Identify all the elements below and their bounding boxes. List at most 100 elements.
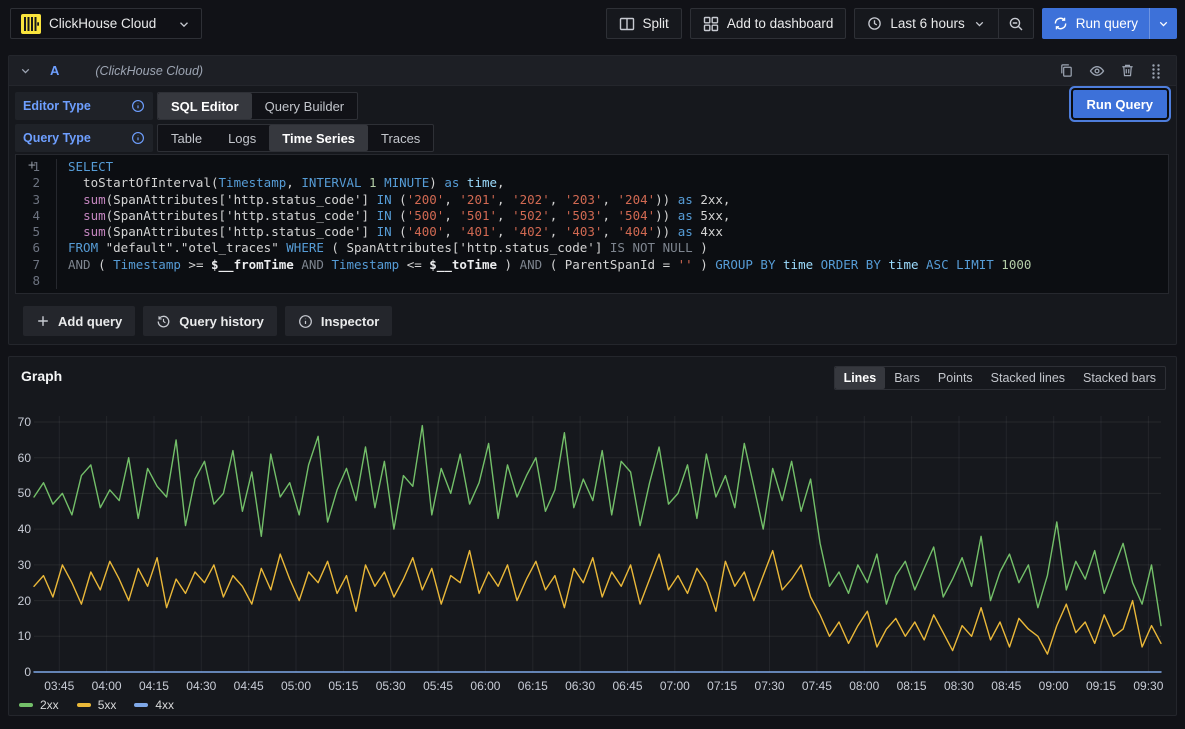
top-navigation-bar: ClickHouse Cloud Split Add to dashboard … [0,0,1185,46]
legend-item-4xx[interactable]: 4xx [134,698,174,712]
query-datasource-hint: (ClickHouse Cloud) [95,64,203,78]
graph-panel: Graph Lines Bars Points Stacked lines St… [8,356,1177,716]
chart-legend: 2xx 5xx 4xx [19,698,174,712]
plus-icon: + [28,158,36,174]
query-type-tabs: Table Logs Time Series Traces [157,124,434,152]
query-row-header: A (ClickHouse Cloud) [9,56,1176,86]
legend-label: 2xx [40,698,59,712]
y-tick-label: 40 [11,522,31,536]
query-type-tab-table[interactable]: Table [158,125,215,151]
legend-swatch [134,703,148,707]
clock-icon [867,16,882,31]
code-line: 3 sum(SpanAttributes['http.status_code']… [16,192,1168,208]
editor-type-row: Editor Type SQL Editor Query Builder [15,92,358,120]
editor-type-option-query-builder[interactable]: Query Builder [252,93,357,119]
sql-code-editor[interactable]: + 1SELECT2 toStartOfInterval(Timestamp, … [15,154,1169,294]
x-tick-label: 05:30 [369,679,413,693]
add-to-dashboard-button[interactable]: Add to dashboard [690,8,847,39]
x-tick-label: 04:30 [179,679,223,693]
add-query-button[interactable]: Add query [23,306,135,336]
run-query-label: Run query [1076,16,1138,31]
history-icon [156,314,171,329]
x-tick-label: 07:30 [748,679,792,693]
editor-type-option-sql-editor[interactable]: SQL Editor [158,93,252,119]
plus-icon [36,314,50,328]
code-line: 5 sum(SpanAttributes['http.status_code']… [16,224,1168,240]
inspector-button[interactable]: Inspector [285,306,393,336]
x-tick-label: 07:00 [653,679,697,693]
x-tick-label: 05:00 [274,679,318,693]
trash-icon [1120,63,1135,78]
query-header-icons [1059,63,1166,79]
x-tick-label: 07:45 [795,679,839,693]
plot-area[interactable] [34,406,1161,673]
add-to-dashboard-label: Add to dashboard [727,16,834,31]
time-range-label: Last 6 hours [890,16,964,31]
query-type-label: Query Type [15,124,153,152]
legend-item-2xx[interactable]: 2xx [19,698,59,712]
editor-type-toggle: SQL Editor Query Builder [157,92,358,120]
x-tick-label: 05:45 [416,679,460,693]
query-type-tab-logs[interactable]: Logs [215,125,269,151]
legend-label: 4xx [155,698,174,712]
drag-handle[interactable] [1150,63,1162,79]
y-tick-label: 60 [11,451,31,465]
drag-handle-icon [1150,63,1162,79]
x-tick-label: 06:45 [605,679,649,693]
split-icon [619,16,635,32]
run-query-button[interactable]: Run query [1042,8,1177,39]
info-icon[interactable] [131,99,145,113]
query-editor-panel: A (ClickHouse Cloud) Editor Type SQL Edi… [8,55,1177,345]
y-tick-label: 0 [11,665,31,679]
sql-code-lines: 1SELECT2 toStartOfInterval(Timestamp, IN… [16,159,1168,289]
editor-type-label: Editor Type [15,92,153,120]
run-query-panel-button[interactable]: Run Query [1073,90,1167,118]
x-tick-label: 09:00 [1032,679,1076,693]
x-tick-label: 05:15 [321,679,365,693]
caret-down-icon [1157,17,1170,30]
run-query-dropdown[interactable] [1149,8,1177,39]
x-tick-label: 06:15 [511,679,555,693]
query-history-button[interactable]: Query history [143,306,277,336]
x-tick-label: 04:00 [85,679,129,693]
delete-query-button[interactable] [1120,63,1135,78]
time-series-chart: 010203040506070 03:4504:0004:1504:3004:4… [9,357,1176,715]
chevron-down-icon [177,17,191,31]
query-type-row: Query Type Table Logs Time Series Traces [15,124,434,152]
legend-swatch [77,703,91,707]
query-type-tab-time-series[interactable]: Time Series [269,125,368,151]
code-line: 1SELECT [16,159,1168,175]
code-line: 8 [16,273,1168,289]
datasource-picker[interactable]: ClickHouse Cloud [10,8,202,39]
topbar-actions: Split Add to dashboard Last 6 hours Run … [598,8,1177,39]
split-button[interactable]: Split [606,8,682,39]
x-tick-label: 08:30 [937,679,981,693]
query-type-tab-traces[interactable]: Traces [368,125,433,151]
duplicate-query-button[interactable] [1059,63,1074,78]
code-line: 2 toStartOfInterval(Timestamp, INTERVAL … [16,175,1168,191]
x-tick-label: 04:15 [132,679,176,693]
collapse-chevron-icon[interactable] [19,64,32,77]
zoom-out-time-button[interactable] [998,8,1034,39]
split-label: Split [643,16,669,31]
x-tick-label: 04:45 [227,679,271,693]
x-tick-label: 08:45 [984,679,1028,693]
x-tick-label: 07:15 [700,679,744,693]
legend-item-5xx[interactable]: 5xx [77,698,117,712]
apps-icon [703,16,719,32]
query-ref-id: A [50,63,59,78]
x-tick-label: 03:45 [37,679,81,693]
legend-swatch [19,703,33,707]
x-tick-label: 06:30 [558,679,602,693]
info-icon[interactable] [131,131,145,145]
y-tick-label: 20 [11,594,31,608]
run-query-main[interactable]: Run query [1042,8,1149,39]
toggle-visibility-button[interactable] [1089,63,1105,79]
x-tick-label: 09:30 [1126,679,1170,693]
sync-icon [1053,16,1068,31]
time-range-picker[interactable]: Last 6 hours [854,8,998,39]
y-tick-label: 10 [11,629,31,643]
code-line: 6FROM "default"."otel_traces" WHERE ( Sp… [16,240,1168,256]
x-tick-label: 08:15 [890,679,934,693]
y-tick-label: 50 [11,486,31,500]
